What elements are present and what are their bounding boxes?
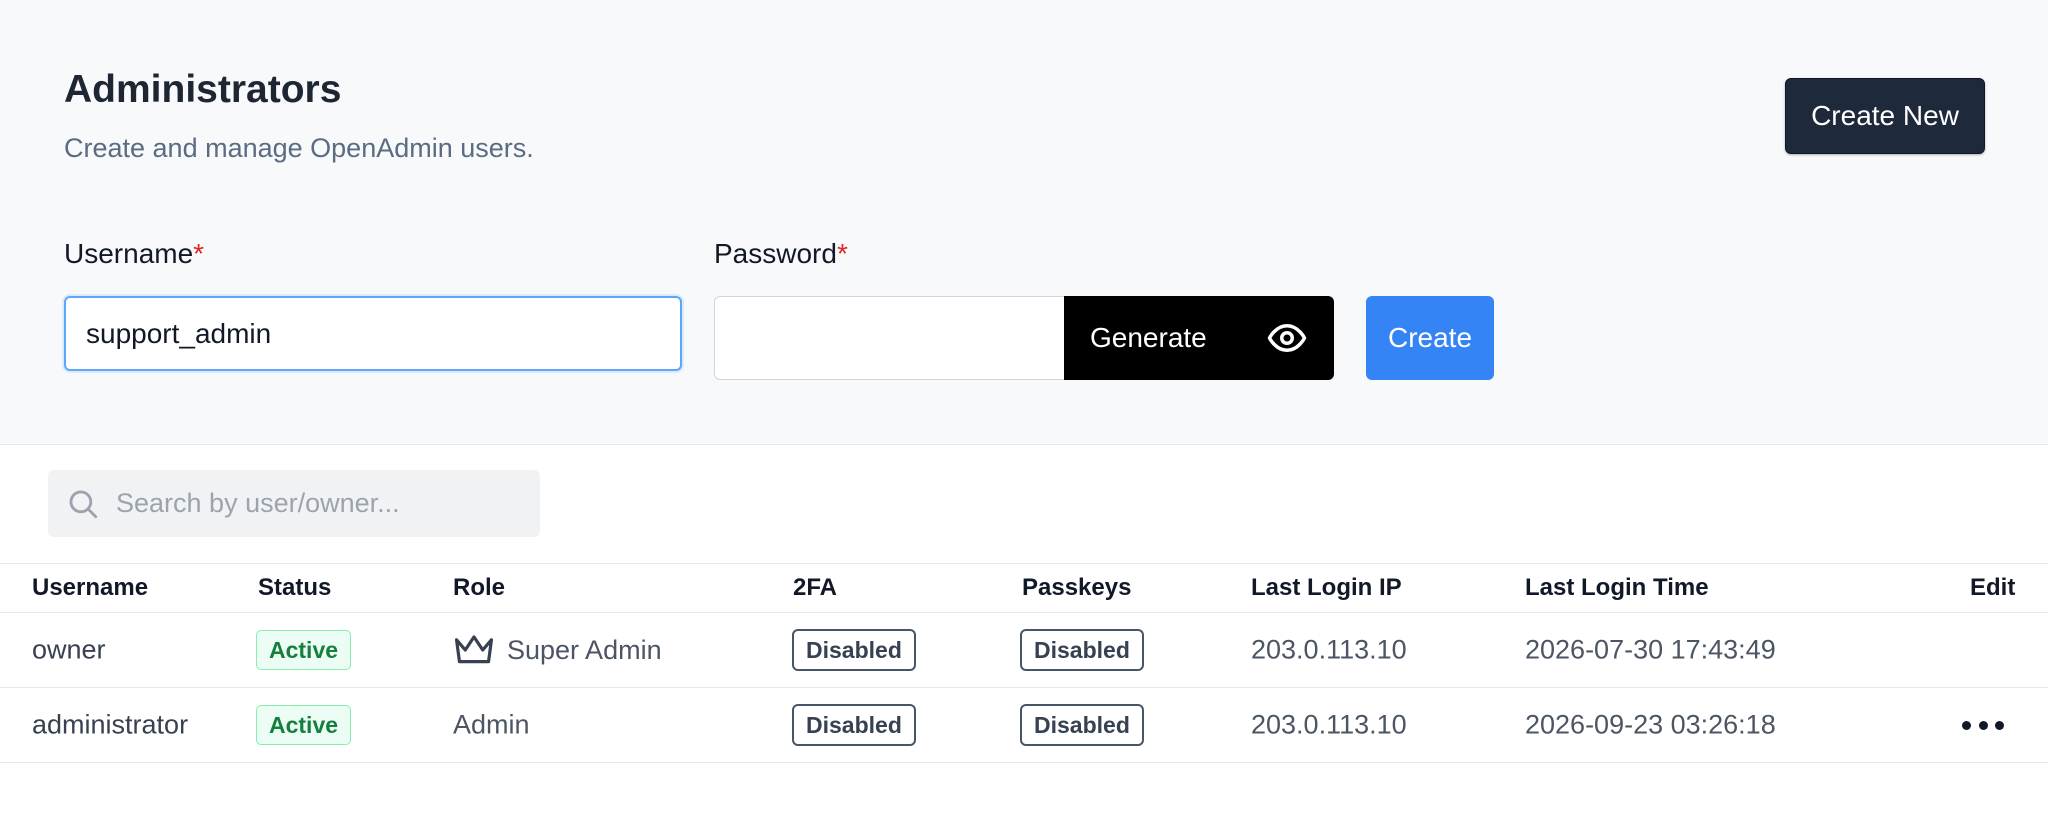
2fa-badge: Disabled [792,704,916,746]
required-mark: * [193,238,205,269]
more-options-icon[interactable] [1962,719,2004,731]
column-header-username[interactable]: Username [32,574,148,602]
column-header-edit: Edit [1970,574,2016,601]
password-input[interactable] [714,296,1066,380]
status-badge: Active [256,630,352,670]
create-new-button[interactable]: Create New [1785,78,1985,154]
username-label: Username* [64,238,205,269]
column-header-passkeys[interactable]: Passkeys [1022,574,1131,602]
row-last-login-ip: 203.0.113.10 [1251,634,1407,665]
row-last-login-time: 2026-09-23 03:26:18 [1525,709,1776,740]
column-header-last-login-time[interactable]: Last Login Time [1525,574,1709,602]
row-last-login-ip: 203.0.113.10 [1251,709,1407,740]
status-badge: Active [256,705,352,745]
required-mark: * [836,238,848,269]
2fa-badge: Disabled [792,629,916,671]
dot [1978,720,1988,730]
row-last-login-time: 2026-07-30 17:43:49 [1525,634,1776,665]
role-cell: Admin [453,710,530,741]
username-input[interactable] [64,296,682,371]
column-header-2fa[interactable]: 2FA [793,574,837,602]
crown-icon [454,635,494,664]
role-label: Super Admin [507,634,662,665]
search-input[interactable] [116,488,516,519]
table-row: administrator Active Admin Disabled Disa… [0,688,2048,763]
table-row: owner Active Super Admin Disabled Disabl… [0,613,2048,688]
role-label: Admin [453,709,530,740]
column-header-role[interactable]: Role [453,574,505,602]
create-button[interactable]: Create [1366,296,1494,380]
search-icon [69,490,98,518]
dot [1995,720,2004,730]
passkeys-badge: Disabled [1020,704,1144,746]
search-box [48,470,540,537]
column-header-status[interactable]: Status [258,574,331,602]
row-username: owner [32,634,106,665]
password-label: Password* [714,238,848,269]
table-header: Username Status Role 2FA Passkeys Last L… [0,563,2048,613]
generate-label: Generate [1090,322,1207,353]
eye-icon[interactable] [1266,317,1308,359]
passkeys-badge: Disabled [1020,629,1144,671]
role-cell: Super Admin [453,634,662,666]
column-header-last-login-ip[interactable]: Last Login IP [1251,574,1402,602]
row-username: administrator [32,709,189,740]
generate-password-button[interactable]: Generate [1064,296,1334,380]
page-subtitle: Create and manage OpenAdmin users. [64,133,534,163]
dot [1962,720,1971,730]
page-title: Administrators [64,68,342,111]
create-admin-panel: Administrators Create and manage OpenAdm… [0,0,2048,445]
